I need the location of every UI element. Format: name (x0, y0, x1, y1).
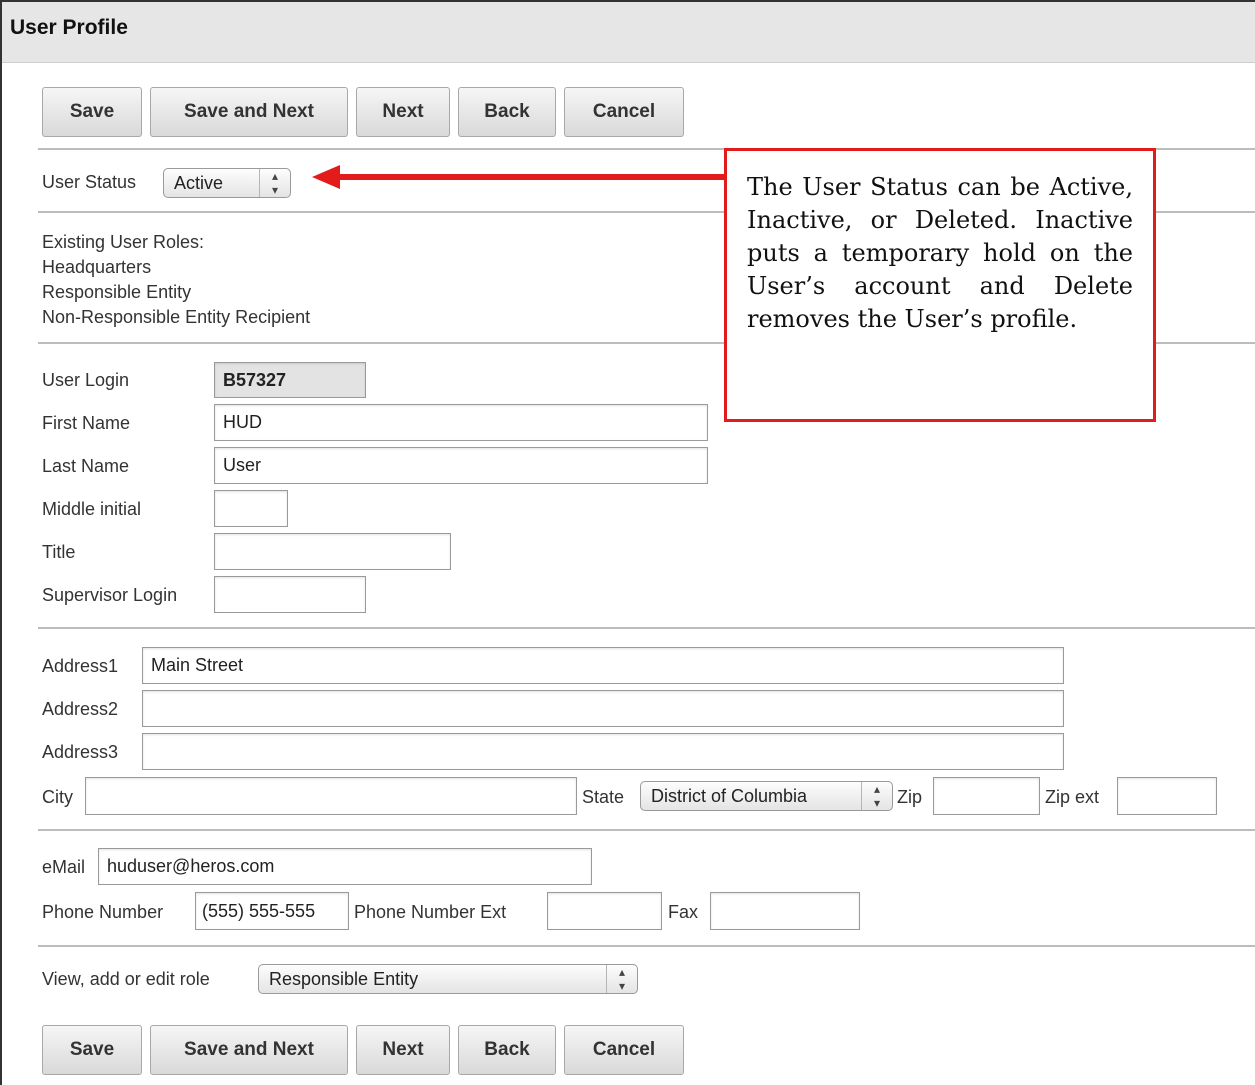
divider (38, 945, 1255, 947)
state-value: District of Columbia (651, 785, 808, 806)
roles-heading: Existing User Roles: (42, 232, 205, 252)
city-label: City (42, 787, 73, 807)
divider (38, 627, 1255, 629)
save-button[interactable]: Save (42, 1025, 142, 1075)
role-item: Responsible Entity (42, 282, 192, 302)
zip-ext-label: Zip ext (1045, 787, 1100, 807)
phone-field[interactable]: (555) 555-555 (195, 892, 349, 930)
phone-label: Phone Number (42, 902, 164, 922)
next-button[interactable]: Next (356, 1025, 450, 1075)
cancel-button[interactable]: Cancel (564, 1025, 684, 1075)
back-button[interactable]: Back (458, 87, 556, 137)
role-select-label: View, add or edit role (42, 969, 210, 989)
zip-ext-field[interactable] (1117, 777, 1217, 815)
supervisor-login-field[interactable] (214, 576, 366, 613)
phone-ext-field[interactable] (547, 892, 662, 930)
user-status-label: User Status (42, 172, 137, 192)
last-name-field[interactable]: User (214, 447, 708, 484)
middle-initial-label: Middle initial (42, 499, 142, 519)
title-field[interactable] (214, 533, 451, 570)
save-and-next-button[interactable]: Save and Next (150, 87, 348, 137)
supervisor-login-label: Supervisor Login (42, 585, 178, 605)
cancel-button[interactable]: Cancel (564, 87, 684, 137)
bottom-button-bar: Save Save and Next Next Back Cancel (42, 1025, 684, 1075)
user-status-select[interactable]: Active ▴ ▾ (163, 168, 291, 198)
title-bar: User Profile (2, 2, 1255, 63)
zip-field[interactable] (933, 777, 1040, 815)
address2-label: Address2 (42, 699, 119, 719)
state-label: State (582, 787, 625, 807)
state-select[interactable]: District of Columbia ▴ ▾ (640, 781, 893, 811)
first-name-label: First Name (42, 413, 131, 433)
role-item: Non-Responsible Entity Recipient (42, 307, 311, 327)
phone-ext-label: Phone Number Ext (354, 902, 507, 922)
user-status-callout: The User Status can be Active, Inactive,… (724, 148, 1156, 422)
fax-label: Fax (668, 902, 699, 922)
middle-initial-field[interactable] (214, 490, 288, 527)
fax-field[interactable] (710, 892, 860, 930)
email-label: eMail (42, 857, 86, 877)
save-and-next-button[interactable]: Save and Next (150, 1025, 348, 1075)
title-label: Title (42, 542, 76, 562)
user-login-label: User Login (42, 370, 130, 390)
page-title: User Profile (10, 16, 128, 39)
existing-roles: Existing User Roles: Headquarters Respon… (42, 230, 310, 330)
role-select[interactable]: Responsible Entity ▴ ▾ (258, 964, 638, 994)
callout-arrow-icon (312, 165, 726, 189)
address3-field[interactable] (142, 733, 1064, 770)
top-button-bar: Save Save and Next Next Back Cancel (42, 87, 684, 137)
user-login-field: B57327 (214, 362, 366, 398)
address1-label: Address1 (42, 656, 119, 676)
select-arrows-icon: ▴ ▾ (259, 169, 284, 197)
last-name-label: Last Name (42, 456, 130, 476)
select-arrows-icon: ▴ ▾ (861, 782, 886, 810)
first-name-field[interactable]: HUD (214, 404, 708, 441)
address2-field[interactable] (142, 690, 1064, 727)
address1-field[interactable]: Main Street (142, 647, 1064, 684)
zip-label: Zip (897, 787, 923, 807)
divider (38, 829, 1255, 831)
address3-label: Address3 (42, 742, 119, 762)
save-button[interactable]: Save (42, 87, 142, 137)
email-field[interactable]: huduser@heros.com (98, 848, 592, 885)
city-field[interactable] (85, 777, 577, 815)
role-item: Headquarters (42, 257, 152, 277)
select-arrows-icon: ▴ ▾ (606, 965, 631, 993)
role-select-value: Responsible Entity (269, 968, 419, 989)
back-button[interactable]: Back (458, 1025, 556, 1075)
user-status-value: Active (174, 172, 224, 193)
next-button[interactable]: Next (356, 87, 450, 137)
